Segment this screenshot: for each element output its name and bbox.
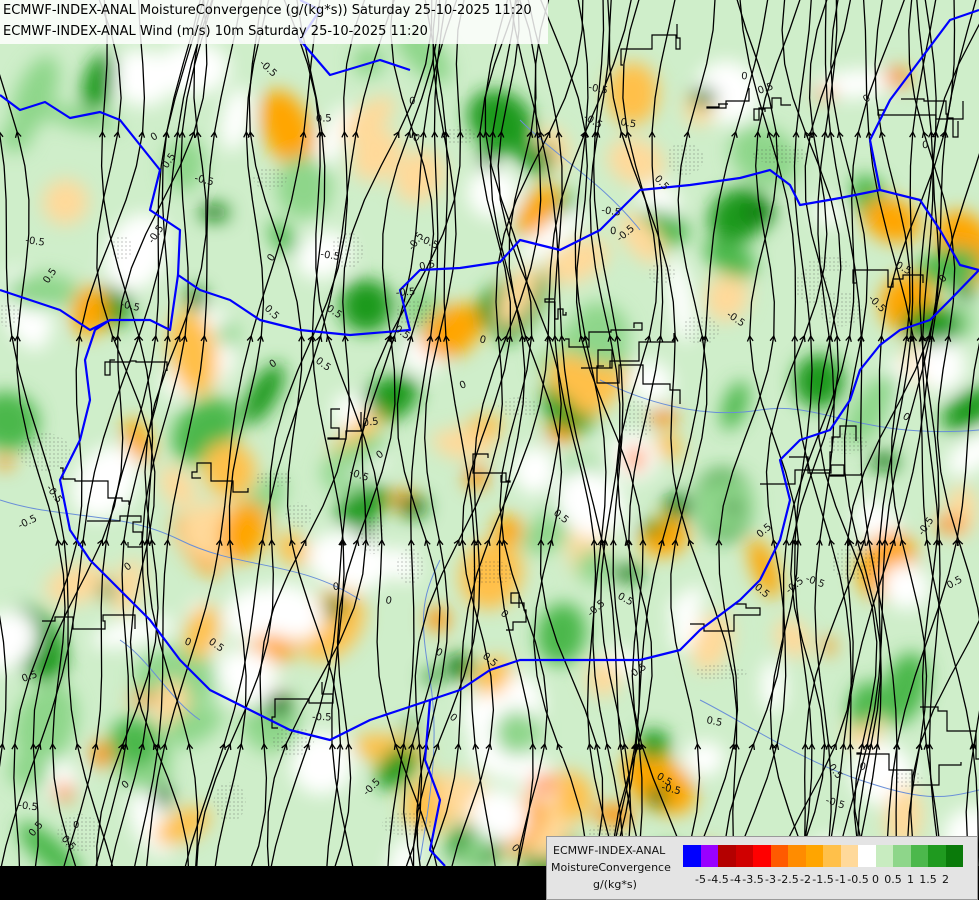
legend-unit: g/(kg*s) bbox=[593, 878, 637, 891]
legend-swatch bbox=[805, 845, 823, 867]
legend-tick: 1 bbox=[907, 873, 914, 886]
stipple-region bbox=[622, 400, 654, 438]
legend-tick: -2 bbox=[800, 873, 811, 886]
legend-swatch bbox=[700, 845, 718, 867]
legend-swatch bbox=[718, 845, 736, 867]
stipple-region bbox=[694, 664, 747, 681]
stipple-region bbox=[470, 560, 514, 586]
legend-tick: -2.5 bbox=[777, 873, 799, 886]
field-core bbox=[445, 653, 473, 680]
title-panel: ECMWF-INDEX-ANAL MoistureConvergence (g/… bbox=[0, 0, 548, 44]
color-legend: ECMWF-INDEX-ANAL MoistureConvergence g/(… bbox=[546, 836, 978, 900]
contour-label: 0 bbox=[332, 582, 339, 593]
field-core bbox=[611, 565, 644, 582]
legend-tick: 0.5 bbox=[884, 873, 902, 886]
legend-swatch bbox=[683, 845, 701, 867]
legend-tick-labels: -5 -4.5 -4 -3.5 -3 -2.5 -2 -1.5 -1 -0.5 0 0.5 1 1.5 2 bbox=[683, 873, 973, 889]
legend-swatch bbox=[910, 845, 928, 867]
legend-swatch bbox=[858, 845, 876, 867]
legend-tick: -4.5 bbox=[707, 873, 729, 886]
field-core bbox=[935, 516, 966, 533]
stipple-region bbox=[807, 256, 851, 274]
field-core bbox=[199, 204, 229, 221]
legend-tick: -5 bbox=[695, 873, 706, 886]
contour-label: 0.5 bbox=[316, 113, 332, 125]
field-core bbox=[399, 495, 428, 518]
legend-swatch bbox=[788, 845, 806, 867]
legend-tick: -1 bbox=[835, 873, 846, 886]
legend-parameter: MoistureConvergence bbox=[551, 861, 671, 874]
field-core bbox=[691, 88, 717, 107]
legend-swatch bbox=[735, 845, 753, 867]
stipple-region bbox=[253, 167, 287, 190]
legend-swatch bbox=[823, 845, 841, 867]
contour-label: 0 bbox=[741, 71, 748, 82]
stipple-region bbox=[17, 432, 71, 471]
contour-label: 0 bbox=[409, 96, 416, 107]
legend-tick: -4 bbox=[730, 873, 741, 886]
legend-color-scale bbox=[683, 845, 963, 867]
legend-swatch bbox=[945, 845, 963, 867]
field-core bbox=[723, 502, 745, 513]
field-core bbox=[426, 607, 450, 632]
field-core bbox=[129, 693, 159, 705]
legend-tick: 2 bbox=[942, 873, 949, 886]
legend-tick: -1.5 bbox=[812, 873, 834, 886]
field-core bbox=[154, 783, 172, 810]
legend-model: ECMWF-INDEX-ANAL bbox=[553, 844, 666, 857]
field-core bbox=[265, 691, 293, 718]
legend-swatch bbox=[875, 845, 893, 867]
stipple-region bbox=[752, 145, 808, 165]
stipple-region bbox=[213, 782, 246, 822]
legend-swatch bbox=[893, 845, 911, 867]
field-core bbox=[870, 452, 899, 471]
legend-swatch bbox=[928, 845, 946, 867]
map-viewer: 0 -0.5 0 0 -0.5 0.5 0 -0.5 -0.5 0.5 -0.5 0 0.5 -0.5 0-… bbox=[0, 0, 979, 900]
weather-map: 0-0.500-0.50.50-0.5-0.50.5-0.500.5-0.50-… bbox=[0, 0, 979, 900]
contour-label: -0.5 bbox=[312, 712, 332, 723]
title-wind: ECMWF-INDEX-ANAL Wind (m/s) 10m Saturday… bbox=[3, 24, 428, 39]
legend-tick: 0 bbox=[872, 873, 879, 886]
field-core bbox=[640, 521, 665, 535]
stipple-region bbox=[830, 545, 880, 581]
title-moisture-convergence: ECMWF-INDEX-ANAL MoistureConvergence (g/… bbox=[3, 3, 532, 18]
stipple-region bbox=[396, 547, 424, 585]
legend-tick: -0.5 bbox=[847, 873, 869, 886]
legend-tick: -3.5 bbox=[742, 873, 764, 886]
contour-label: 0 bbox=[73, 820, 79, 831]
contour-label: 0 bbox=[922, 140, 929, 151]
contour-label: 0.5 bbox=[362, 416, 379, 429]
legend-swatch bbox=[770, 845, 788, 867]
legend-swatch bbox=[840, 845, 858, 867]
legend-swatch bbox=[753, 845, 771, 867]
legend-tick: -3 bbox=[765, 873, 776, 886]
contour-label: -0.5 bbox=[395, 287, 415, 299]
stipple-region bbox=[254, 470, 292, 488]
legend-tick: 1.5 bbox=[919, 873, 937, 886]
